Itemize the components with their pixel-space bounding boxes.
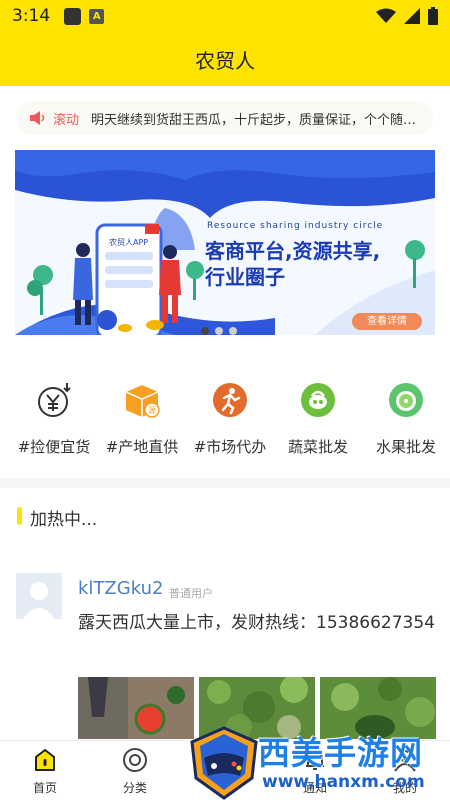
tab-home[interactable]: 首页 (0, 747, 90, 796)
carousel-dot[interactable] (201, 327, 209, 335)
category-label: 水果批发 (375, 438, 436, 456)
vegetable-icon (301, 383, 335, 417)
category-item-market[interactable]: #市场代办 (185, 380, 275, 457)
carousel-dot[interactable] (215, 327, 223, 335)
banner-headline-1: 客商平台,资源共享, (205, 239, 381, 263)
notice-bar[interactable]: 滚动 明天继续到货甜王西瓜，十斤起步，质量保证，个个随便… (17, 101, 433, 135)
category-label: #市场代办 (193, 438, 267, 456)
box-icon: 源 (125, 385, 160, 418)
status-time: 3:14 (12, 6, 51, 26)
notification-square-icon (64, 7, 82, 25)
carousel-dots (201, 327, 237, 335)
post-user-role: 普通用户 (169, 587, 213, 600)
section-divider (0, 478, 450, 488)
section-accent-bar (17, 507, 22, 525)
promo-banner[interactable]: 农贸人APP Resource sharing industry circle … (15, 150, 435, 335)
notice-text: 明天继续到货甜王西瓜，十斤起步，质量保证，个个随便… (91, 112, 420, 128)
tab-category[interactable]: 分类 (90, 747, 180, 796)
banner-app-label: 农贸人APP (109, 238, 149, 247)
notice-label: 滚动 (53, 112, 80, 128)
avatar[interactable] (16, 573, 62, 619)
speaker-icon (30, 111, 45, 125)
banner-subtitle: Resource sharing industry circle (207, 221, 384, 231)
category-item-fruit[interactable]: 水果批发 (361, 380, 450, 457)
wifi-icon (376, 8, 396, 23)
banner-headline-2: 行业圈子 (205, 265, 285, 289)
section-divider (0, 546, 450, 556)
svg-text:源: 源 (148, 406, 156, 415)
carousel-dot[interactable] (229, 327, 237, 335)
category-item-vegetable[interactable]: 蔬菜批发 (273, 380, 363, 457)
post-username[interactable]: klTZGku2 (78, 578, 163, 599)
category-item-origin[interactable]: 源 #产地直供 (97, 380, 187, 457)
status-bar: 3:14 A (0, 0, 450, 32)
category-label: #产地直供 (105, 438, 179, 456)
watermark-title: 西美手游网 (258, 734, 424, 772)
page-title: 农贸人 (195, 48, 255, 73)
tab-label: 首页 (32, 781, 57, 795)
battery-icon (428, 7, 438, 25)
banner-detail-button[interactable]: 查看详情 (352, 313, 422, 330)
post-text: 露天西瓜大量上市，发财热线：15386627354 (78, 613, 435, 633)
tab-label: 分类 (122, 781, 147, 795)
category-icon (123, 748, 147, 772)
cell-signal-icon (404, 8, 420, 24)
category-item-bargain[interactable]: #捡便宜货 (9, 380, 99, 457)
app-notification-icon: A (89, 8, 105, 24)
section-title: 加热中... (30, 510, 98, 530)
post-photo[interactable] (78, 677, 194, 739)
title-bar: 农贸人 (0, 32, 450, 86)
watermelon-photo (78, 677, 194, 739)
user-avatar-icon (16, 573, 62, 619)
home-icon (35, 749, 55, 771)
yen-coin-icon (38, 383, 71, 417)
status-icons (376, 7, 438, 25)
category-label: #捡便宜货 (17, 438, 91, 456)
watermark-url: www.hanxm.com (262, 772, 425, 792)
runner-icon (213, 383, 247, 417)
category-label: 蔬菜批发 (287, 438, 348, 456)
fruit-icon (389, 383, 423, 417)
category-grid: #捡便宜货 源 #产地直供 #市场代办 蔬菜批发 水果批发 (0, 380, 450, 460)
